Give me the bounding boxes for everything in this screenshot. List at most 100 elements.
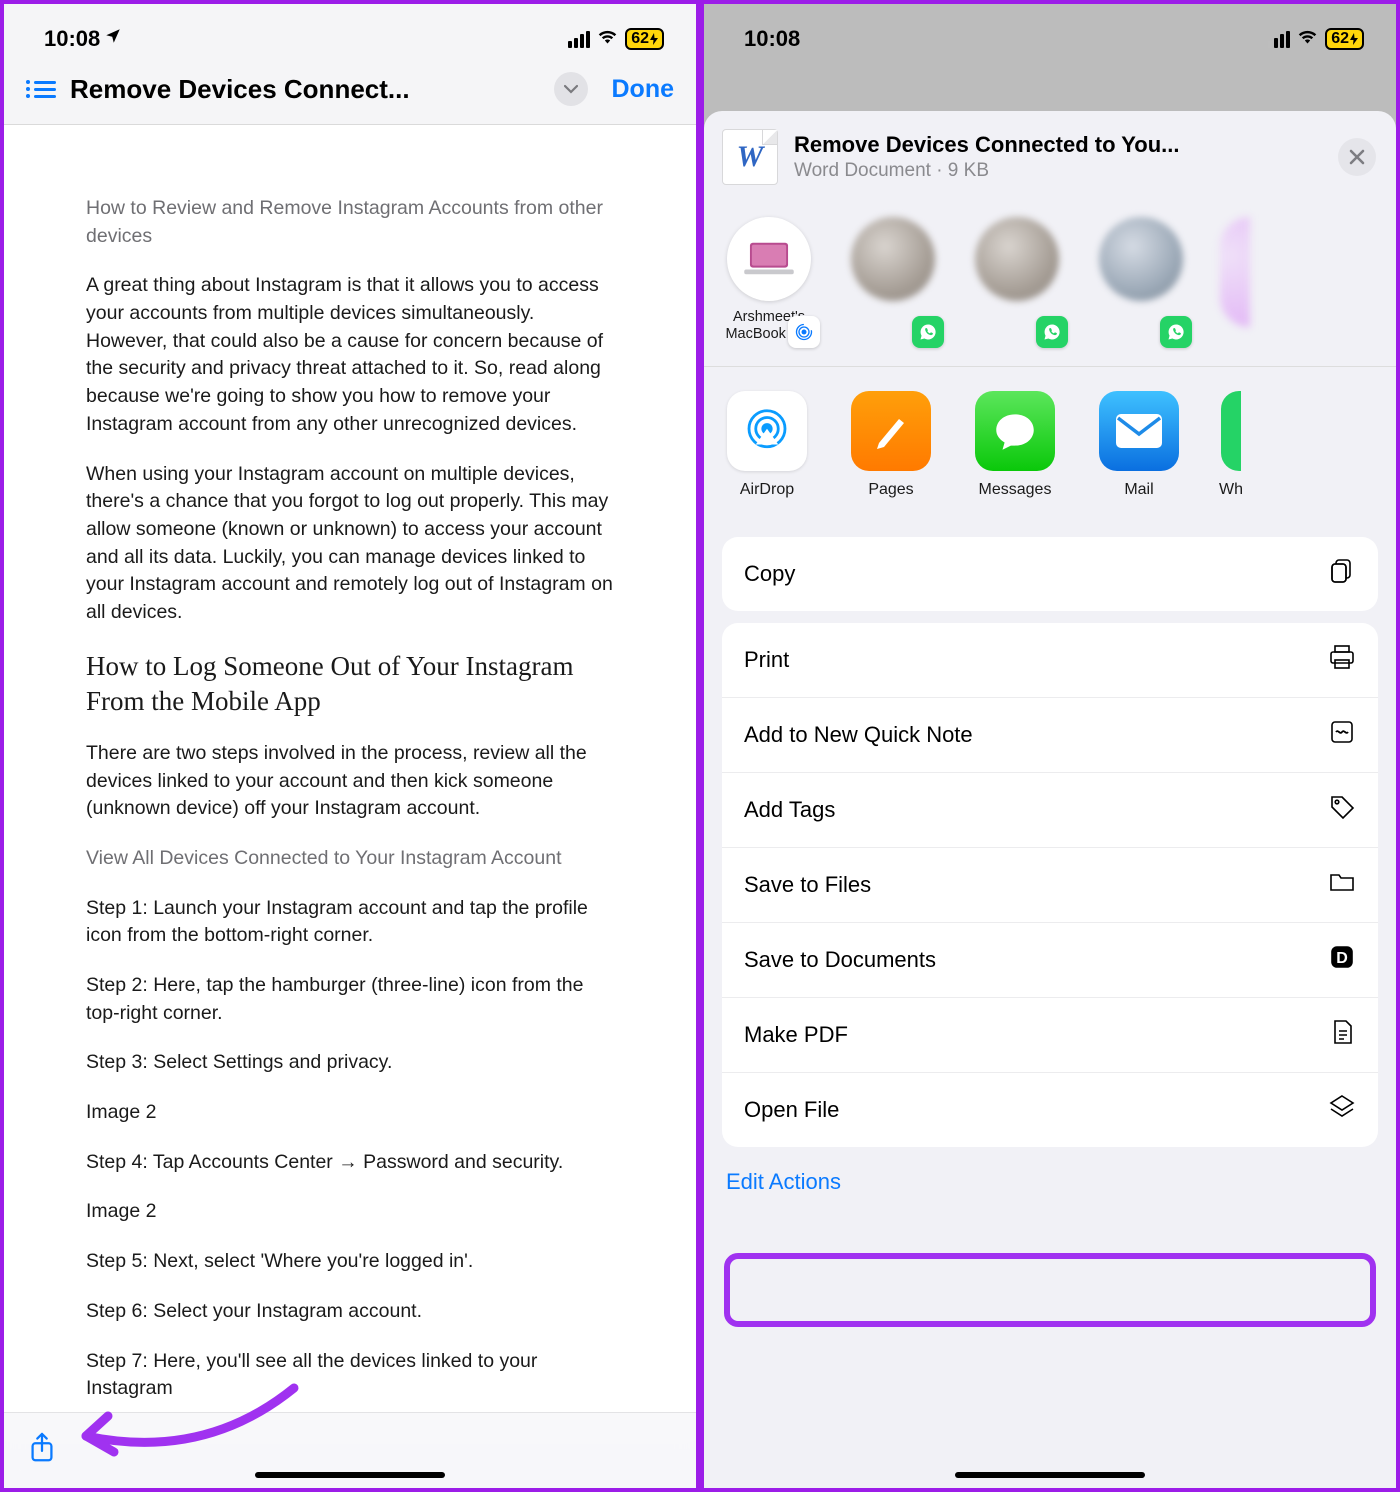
action-add-tags[interactable]: Add Tags [722,773,1378,848]
action-save-documents[interactable]: Save to Documents D [722,923,1378,998]
contact-airdrop[interactable]: Arshmeet's MacBook Pro [724,217,814,344]
whatsapp-badge-icon [912,316,944,348]
app-label: AirDrop [740,481,794,499]
doc-subtitle: How to Review and Remove Instagram Accou… [86,195,614,250]
contact-item[interactable] [848,217,938,344]
app-airdrop[interactable]: AirDrop [724,391,810,499]
app-label: Messages [979,481,1052,499]
contact-item[interactable] [1220,217,1250,327]
status-time: 10:08 [744,26,800,52]
sheet-header: W Remove Devices Connected to You... Wor… [704,111,1396,203]
edit-actions-link[interactable]: Edit Actions [722,1159,1378,1195]
doc-step: Step 7: Here, you'll see all the devices… [86,1348,614,1403]
action-label: Save to Documents [744,947,936,973]
actions-list: Copy Print Add to New Quick Note Add Tag… [704,521,1396,1195]
action-label: Make PDF [744,1022,848,1048]
sheet-subtitle: Word Document · 9 KB [794,160,1322,182]
time-text: 10:08 [744,26,800,52]
action-quick-note[interactable]: Add to New Quick Note [722,698,1378,773]
app-mail[interactable]: Mail [1096,391,1182,499]
status-bar: 10:08 62 [4,4,696,62]
whatsapp-icon [1221,391,1241,471]
status-icons: 62 [568,28,664,51]
status-time: 10:08 [44,26,122,52]
contact-item[interactable] [972,217,1062,344]
home-indicator[interactable] [955,1472,1145,1478]
done-button[interactable]: Done [602,75,675,104]
action-copy[interactable]: Copy [722,537,1378,611]
right-phone-frame: 10:08 62 W Remove Devices Connected to Y… [700,0,1400,1492]
share-sheet: W Remove Devices Connected to You... Wor… [704,111,1396,1488]
whatsapp-badge-icon [1036,316,1068,348]
doc-heading: How to Log Someone Out of Your Instagram… [86,649,614,720]
doc-section: View All Devices Connected to Your Insta… [86,845,614,873]
open-file-icon [1328,1093,1356,1127]
battery-icon: 62 [625,28,664,50]
sheet-titles: Remove Devices Connected to You... Word … [794,132,1322,182]
tag-icon [1328,793,1356,827]
outline-icon[interactable] [26,80,56,98]
avatar [975,217,1059,301]
action-save-files[interactable]: Save to Files [722,848,1378,923]
doc-paragraph: A great thing about Instagram is that it… [86,272,614,438]
whatsapp-badge-icon [1160,316,1192,348]
airdrop-icon [727,391,807,471]
avatar [1099,217,1183,301]
contacts-row[interactable]: Arshmeet's MacBook Pro [704,203,1396,367]
action-print[interactable]: Print [722,623,1378,698]
battery-icon: 62 [1325,28,1364,50]
word-doc-icon: W [722,129,778,185]
svg-text:D: D [1336,950,1348,967]
messages-icon [975,391,1055,471]
home-indicator[interactable] [255,1472,445,1478]
wifi-icon [1297,28,1318,51]
print-icon [1328,643,1356,677]
signal-icon [1268,31,1290,48]
document-header: Remove Devices Connect... Done [4,62,696,125]
app-whatsapp-partial[interactable]: Wh [1220,391,1242,499]
action-label: Open File [744,1097,839,1123]
doc-step: Step 3: Select Settings and privacy. [86,1049,614,1077]
wifi-icon [597,28,618,51]
share-icon[interactable] [28,1432,56,1469]
document-body[interactable]: How to Review and Remove Instagram Accou… [4,125,696,1434]
time-text: 10:08 [44,26,100,52]
doc-paragraph: When using your Instagram account on mul… [86,461,614,627]
status-bar: 10:08 62 [704,4,1396,62]
app-label: Mail [1124,481,1153,499]
avatar [851,217,935,301]
status-icons: 62 [1268,28,1364,51]
pdf-icon [1328,1018,1356,1052]
close-icon[interactable] [1338,138,1376,176]
doc-paragraph: There are two steps involved in the proc… [86,740,614,823]
pages-icon [851,391,931,471]
action-label: Add Tags [744,797,835,823]
doc-step: Step 6: Select your Instagram account. [86,1298,614,1326]
action-label: Print [744,647,789,673]
action-open-file[interactable]: Open File [722,1073,1378,1147]
doc-step: Step 1: Launch your Instagram account an… [86,895,614,950]
app-messages[interactable]: Messages [972,391,1058,499]
doc-image-ref: Image 2 [86,1099,614,1127]
quick-note-icon [1328,718,1356,752]
signal-icon [568,31,590,48]
app-label: Wh [1219,481,1243,499]
macbook-icon [727,217,811,301]
contact-item[interactable] [1096,217,1186,344]
action-make-pdf[interactable]: Make PDF [722,998,1378,1073]
doc-image-ref: Image 2 [86,1198,614,1226]
app-pages[interactable]: Pages [848,391,934,499]
doc-step: Step 4: Tap Accounts Center → Password a… [86,1149,614,1177]
folder-icon [1328,868,1356,902]
documents-app-icon: D [1328,943,1356,977]
mail-icon [1099,391,1179,471]
copy-icon [1328,557,1356,591]
action-label: Save to Files [744,872,871,898]
doc-step: Step 5: Next, select 'Where you're logge… [86,1248,614,1276]
document-title[interactable]: Remove Devices Connect... [70,74,540,105]
location-arrow-icon [104,27,122,51]
app-label: Pages [868,481,913,499]
apps-row[interactable]: AirDrop Pages Messages Mail [704,367,1396,521]
airdrop-badge-icon [788,316,820,348]
chevron-down-icon[interactable] [554,72,588,106]
